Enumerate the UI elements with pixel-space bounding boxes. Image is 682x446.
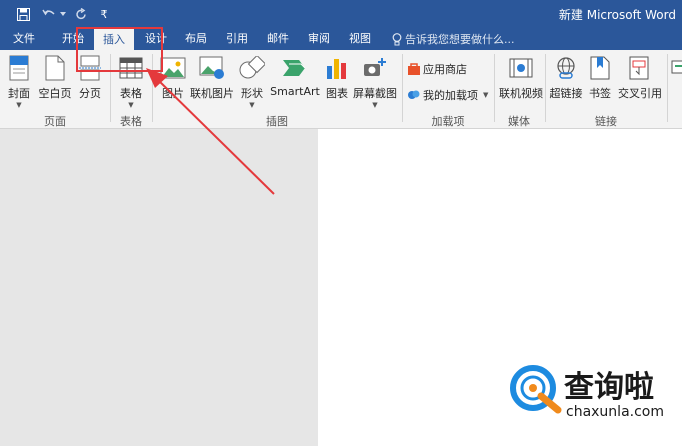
watermark-url: chaxunla.com (566, 404, 664, 420)
magnifier-logo-icon (510, 365, 562, 414)
watermark-logo: 查询啦 chaxunla.com (506, 360, 674, 428)
watermark-brand: 查询啦 (564, 370, 654, 405)
